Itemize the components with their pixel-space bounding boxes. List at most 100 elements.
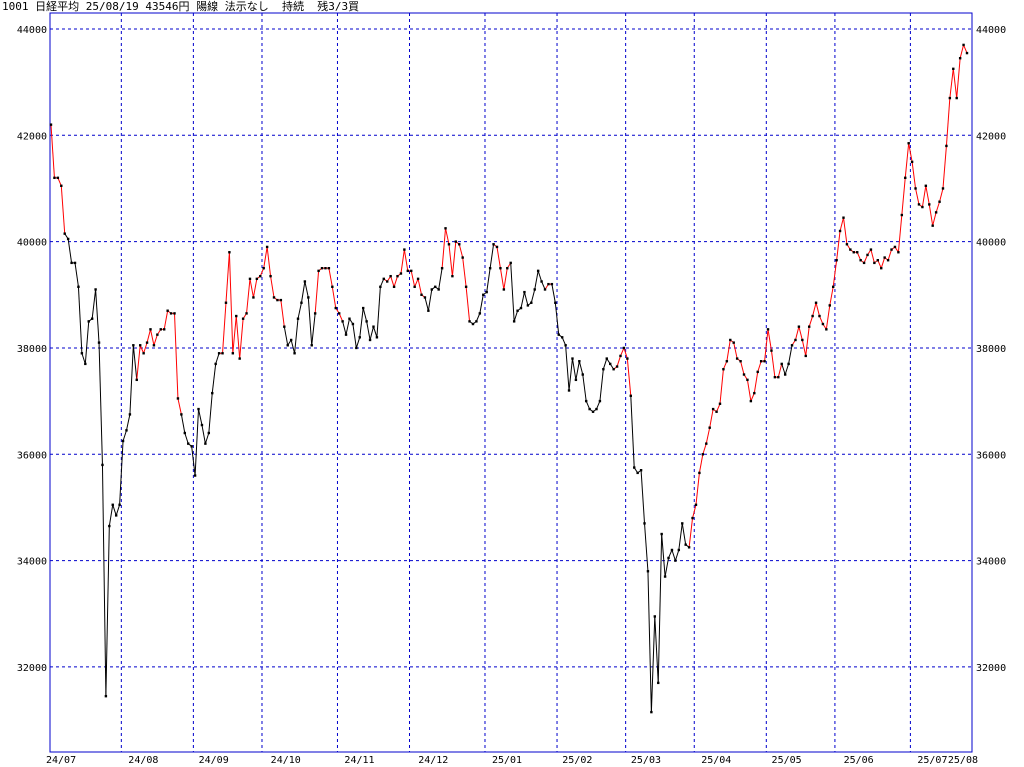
data-point-221 — [807, 325, 811, 328]
series-segment-136 — [513, 310, 519, 322]
series-segment-141 — [530, 289, 536, 303]
data-point-24 — [132, 344, 135, 347]
series-segment-129 — [489, 244, 495, 269]
data-point-35 — [169, 312, 173, 315]
data-point-15 — [101, 463, 104, 467]
data-point-217 — [794, 338, 797, 342]
data-point-72 — [296, 317, 300, 320]
data-point-155 — [581, 373, 584, 376]
data-point-240 — [873, 261, 876, 265]
data-point-10 — [84, 362, 87, 366]
series-segment-193 — [709, 408, 714, 428]
series-segment-30 — [150, 329, 155, 346]
series-segment-196 — [719, 369, 724, 404]
y-tick-left-6: 44000 — [17, 25, 47, 36]
data-point-28 — [145, 341, 149, 344]
series-segment-128 — [486, 268, 491, 293]
data-point-190 — [701, 453, 705, 456]
series-segment-115 — [441, 228, 447, 269]
series-segment-94 — [369, 326, 374, 341]
data-point-21 — [121, 439, 125, 443]
y-tick-right-1: 34000 — [976, 557, 1006, 568]
data-point-227 — [828, 304, 831, 307]
data-point-130 — [495, 245, 499, 249]
series-segment-259 — [935, 201, 941, 213]
data-point-87 — [348, 317, 351, 320]
series-segment-166 — [616, 355, 621, 367]
data-point-51 — [224, 301, 228, 304]
series-segment-10 — [81, 353, 86, 365]
price-points — [49, 43, 969, 714]
data-point-71 — [293, 352, 296, 355]
data-point-161 — [602, 368, 605, 371]
data-point-31 — [156, 333, 159, 336]
data-point-175 — [650, 710, 653, 714]
series-segment-49 — [215, 353, 220, 365]
data-point-86 — [344, 333, 348, 336]
series-segment-185 — [681, 523, 687, 545]
data-point-182 — [674, 559, 677, 562]
series-segment-56 — [239, 318, 244, 359]
series-segment-250 — [904, 143, 910, 178]
data-point-52 — [228, 251, 231, 254]
data-point-65 — [272, 296, 276, 299]
data-point-257 — [931, 224, 934, 227]
data-point-67 — [279, 298, 283, 302]
data-point-64 — [269, 274, 272, 278]
data-point-258 — [934, 211, 938, 214]
series-segment-104 — [403, 249, 409, 271]
series-segment-151 — [565, 345, 570, 391]
data-point-191 — [705, 442, 708, 445]
data-point-123 — [471, 322, 475, 326]
data-point-36 — [173, 312, 176, 315]
series-segment-161 — [599, 369, 604, 402]
data-point-201 — [739, 360, 742, 363]
data-point-5 — [66, 237, 70, 241]
data-point-215 — [787, 362, 790, 366]
data-point-232 — [845, 243, 849, 246]
series-segment-117 — [448, 244, 453, 277]
data-point-29 — [149, 328, 152, 331]
data-point-109 — [423, 296, 427, 299]
series-segment-218 — [794, 326, 800, 341]
data-point-216 — [790, 344, 794, 347]
data-point-265 — [958, 56, 962, 60]
data-point-171 — [636, 471, 639, 475]
y-tick-right-6: 44000 — [976, 25, 1006, 36]
data-point-238 — [866, 253, 869, 257]
data-point-44 — [200, 423, 204, 427]
data-point-206 — [756, 370, 759, 374]
data-point-38 — [180, 413, 183, 416]
data-point-30 — [152, 344, 156, 347]
data-point-219 — [801, 338, 804, 342]
data-point-186 — [687, 546, 691, 549]
series-segment-100 — [390, 276, 395, 287]
data-point-101 — [396, 274, 399, 278]
series-segment-191 — [702, 443, 707, 455]
series-segment-131 — [496, 246, 501, 269]
data-point-189 — [698, 471, 701, 475]
data-point-148 — [557, 333, 560, 336]
data-point-115 — [444, 227, 447, 230]
series-segment-177 — [654, 616, 659, 683]
data-point-2 — [56, 176, 60, 180]
data-point-153 — [574, 378, 578, 382]
series-segment-93 — [366, 321, 371, 341]
data-point-140 — [530, 301, 533, 304]
series-segment-26 — [136, 345, 141, 380]
x-tick-10: 25/05 — [772, 755, 802, 766]
series-segment-202 — [740, 361, 745, 375]
data-point-112 — [434, 285, 437, 289]
series-segment-103 — [400, 249, 405, 274]
data-point-199 — [732, 341, 735, 344]
series-segment-215 — [784, 363, 790, 375]
data-point-114 — [440, 266, 444, 270]
series-segment-38 — [177, 398, 182, 415]
series-segment-86 — [342, 321, 347, 335]
x-tick-4: 24/11 — [344, 755, 374, 766]
x-axis: 24/07 24/08 24/09 24/10 24/11 24/12 25/01 25/02… — [46, 755, 978, 766]
data-point-42 — [193, 474, 197, 477]
y-tick-left-4: 40000 — [17, 238, 47, 249]
series-segment-64 — [266, 246, 272, 277]
series-segment-8 — [74, 262, 79, 287]
